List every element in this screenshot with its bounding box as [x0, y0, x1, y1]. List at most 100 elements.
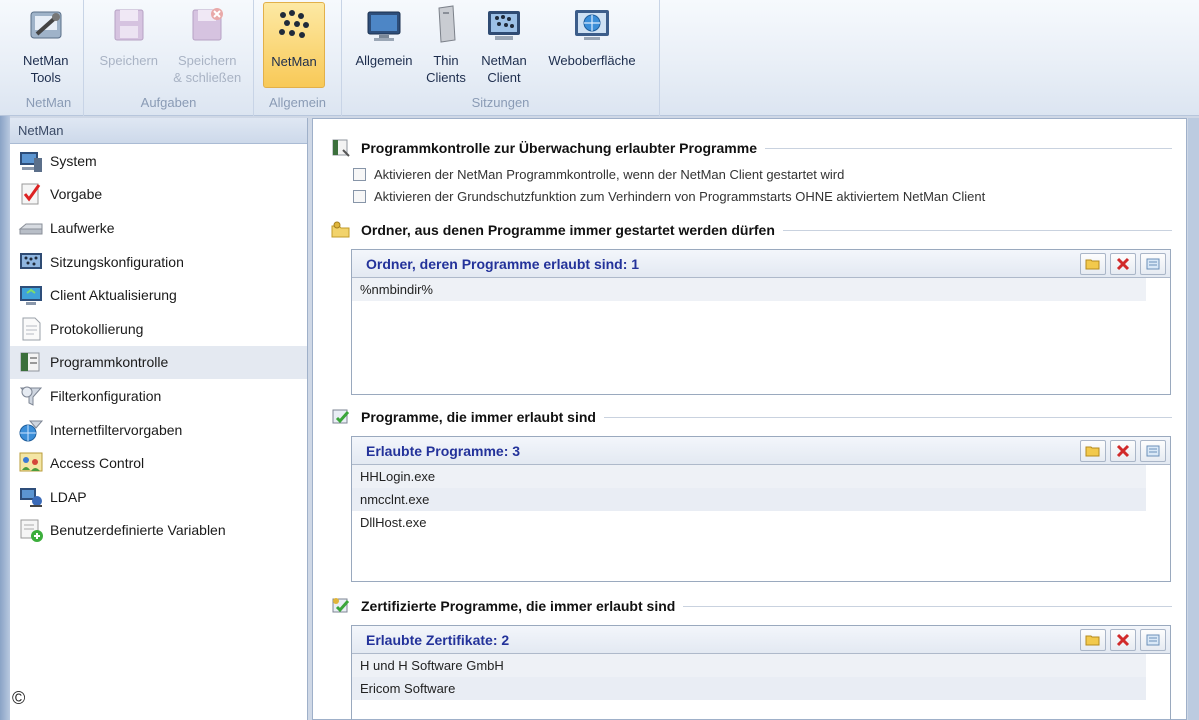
section-title: Zertifizierte Programme, die immer erlau…	[361, 598, 676, 614]
section-allowed-programs: Programme, die immer erlaubt sind	[331, 407, 1172, 427]
sidebar-item-label: LDAP	[50, 488, 87, 505]
ribbon-group-netman: NetMan Tools NetMan	[14, 0, 84, 116]
list-item[interactable]: DllHost.exe	[352, 511, 1146, 534]
sidebar-item-laufwerke[interactable]: Laufwerke	[10, 211, 307, 245]
thin-clients-label-2: Clients	[426, 70, 466, 85]
tools-icon	[25, 4, 67, 46]
web-icon	[571, 4, 613, 46]
sidebar-item-programmkontrolle[interactable]: Programmkontrolle	[10, 345, 307, 380]
ribbon-group-label: Sitzungen	[471, 95, 530, 110]
list-header: Erlaubte Zertifikate: 2	[352, 626, 1170, 654]
floppy-close-icon	[186, 4, 228, 46]
sidebar-item-filterkonfiguration[interactable]: Filterkonfiguration	[10, 379, 307, 413]
window-right-edge	[1188, 118, 1199, 720]
sidebar-item-client-aktualisierung[interactable]: Client Aktualisierung	[10, 278, 307, 312]
certified-programs-list: Erlaubte Zertifikate: 2 H und H Software…	[351, 625, 1171, 720]
delete-button[interactable]	[1110, 628, 1136, 651]
session-general-button[interactable]: Allgemein	[351, 0, 417, 69]
ribbon-group-sitzungen: Allgemein Thin Clients NetMan Client Web…	[342, 0, 660, 116]
sidebar-item-ldap[interactable]: LDAP	[10, 480, 307, 514]
properties-button[interactable]	[1140, 439, 1166, 462]
add-program-button[interactable]	[1080, 439, 1106, 462]
netman-client-label-1: NetMan	[481, 53, 527, 68]
sidebar-item-label: Laufwerke	[50, 219, 115, 236]
web-interface-label: Weboberfläche	[548, 53, 636, 68]
sidebar-item-system[interactable]: System	[10, 144, 307, 178]
sidebar-item-internetfiltervorgaben[interactable]: Internetfiltervorgaben	[10, 413, 307, 447]
add-certificate-button[interactable]	[1080, 628, 1106, 651]
checkbox-activate-program-control[interactable]: Aktivieren der NetMan Programmkontrolle,…	[353, 167, 844, 182]
list-body: HHLogin.exe nmcclnt.exe DllHost.exe	[352, 465, 1170, 534]
netman-client-label-2: Client	[487, 70, 521, 85]
properties-button[interactable]	[1140, 628, 1166, 651]
ribbon-group-allgemein: NetMan Allgemein	[254, 0, 342, 116]
list-toolbar	[1080, 628, 1170, 651]
delete-icon	[1116, 444, 1130, 457]
sidebar-item-vorgabe[interactable]: Vorgabe	[10, 178, 307, 212]
section-divider	[782, 229, 1172, 231]
thin-clients-button[interactable]: Thin Clients	[423, 0, 469, 86]
variables-icon	[18, 517, 44, 543]
list-title: Erlaubte Programme: 3	[366, 442, 521, 459]
session-general-label: Allgemein	[355, 53, 413, 68]
certificate-icon	[331, 596, 351, 616]
list-item[interactable]: nmcclnt.exe	[352, 488, 1146, 511]
list-item[interactable]: H und H Software GmbH	[352, 654, 1146, 677]
client-update-icon	[18, 282, 44, 308]
netman-tools-label-1: NetMan	[23, 53, 69, 68]
allowed-folders-list: Ordner, deren Programme erlaubt sind: 1 …	[351, 249, 1171, 395]
program-control-icon	[331, 138, 351, 158]
properties-button[interactable]	[1140, 252, 1166, 275]
checkbox[interactable]	[353, 190, 366, 203]
save-button[interactable]: Speichern	[93, 0, 165, 69]
ribbon-group-label: Allgemein	[268, 95, 327, 110]
sidebar-item-label: Client Aktualisierung	[50, 287, 177, 304]
netman-client-icon	[483, 4, 525, 46]
sidebar-item-label: Filterkonfiguration	[50, 387, 162, 404]
add-folder-button[interactable]	[1080, 252, 1106, 275]
sidebar-item-sitzungskonfiguration[interactable]: Sitzungskonfiguration	[10, 245, 307, 279]
sidebar-item-protokollierung[interactable]: Protokollierung	[10, 312, 307, 346]
program-control-icon	[18, 349, 44, 375]
delete-button[interactable]	[1110, 439, 1136, 462]
folder-open-icon	[1085, 446, 1100, 456]
list-title: Ordner, deren Programme erlaubt sind: 1	[366, 255, 640, 272]
section-certified-programs: Zertifizierte Programme, die immer erlau…	[331, 596, 1172, 616]
checkbox-label: Aktivieren der Grundschutzfunktion zum V…	[374, 189, 986, 204]
netman-tools-button[interactable]: NetMan Tools	[23, 0, 69, 86]
netman-general-button[interactable]: NetMan	[263, 2, 325, 88]
list-item[interactable]: HHLogin.exe	[352, 465, 1146, 488]
list-body: %nmbindir%	[352, 278, 1170, 301]
checkbox[interactable]	[353, 168, 366, 181]
delete-button[interactable]	[1110, 252, 1136, 275]
save-close-button[interactable]: Speichern & schließen	[171, 0, 245, 86]
list-item[interactable]: Ericom Software	[352, 677, 1146, 700]
internet-filter-icon	[18, 417, 44, 443]
ldap-icon	[18, 484, 44, 510]
floppy-icon	[108, 4, 150, 46]
sidebar-item-label: Internetfiltervorgaben	[50, 421, 183, 438]
program-check-icon	[331, 407, 351, 427]
sidebar-item-label: Programmkontrolle	[50, 354, 169, 371]
netman-general-label: NetMan	[271, 54, 317, 69]
section-divider	[603, 416, 1172, 418]
netman-client-button[interactable]: NetMan Client	[475, 0, 533, 86]
sidebar-item-access-control[interactable]: Access Control	[10, 446, 307, 480]
web-interface-button[interactable]: Weboberfläche	[539, 0, 645, 69]
section-divider	[683, 605, 1172, 607]
list-item[interactable]: %nmbindir%	[352, 278, 1146, 301]
sidebar-item-benutzerdefinierte-variablen[interactable]: Benutzerdefinierte Variablen	[10, 514, 307, 548]
ribbon-group-label: NetMan	[25, 95, 72, 110]
list-header: Erlaubte Programme: 3	[352, 437, 1170, 465]
computer-icon	[18, 148, 44, 174]
sidebar-navigation: NetMan System Vorgabe Laufwerke Sitzungs…	[10, 118, 308, 720]
list-toolbar	[1080, 439, 1170, 462]
list-body: H und H Software GmbH Ericom Software	[352, 654, 1170, 700]
list-header: Ordner, deren Programme erlaubt sind: 1	[352, 250, 1170, 278]
sidebar-item-label: Sitzungskonfiguration	[50, 253, 184, 270]
sidebar-header: NetMan	[10, 118, 307, 144]
monitor-icon	[363, 4, 405, 46]
folder-key-icon	[331, 220, 351, 240]
delete-icon	[1116, 257, 1130, 270]
checkbox-basic-protection[interactable]: Aktivieren der Grundschutzfunktion zum V…	[353, 189, 985, 204]
